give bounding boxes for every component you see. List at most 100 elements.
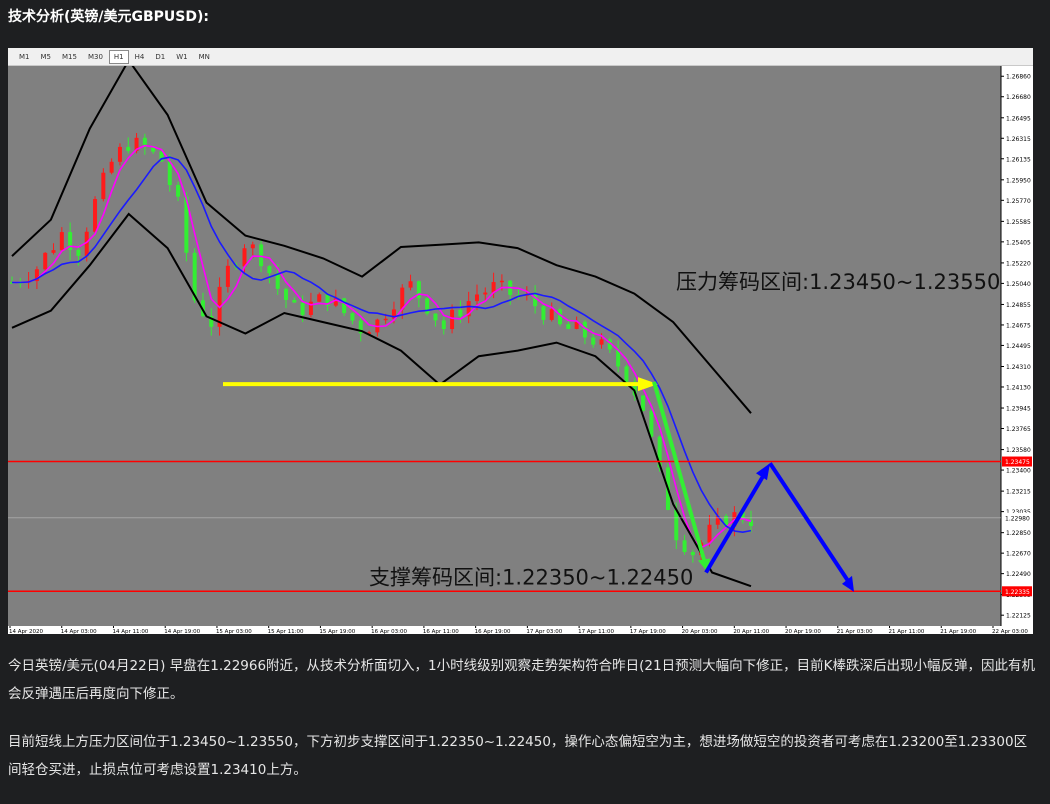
x-tick-label: 17 Apr 19:00 (630, 629, 666, 634)
x-tick-label: 22 Apr 03:00 (992, 629, 1028, 634)
candle-body (93, 199, 98, 232)
candle-body (51, 250, 56, 253)
y-tick-label: 1.26135 (1006, 156, 1031, 163)
y-tick-label: 1.25770 (1006, 198, 1031, 205)
candle-body (408, 281, 413, 288)
candle-body (225, 265, 230, 287)
candle-body (450, 309, 455, 330)
plot-background (8, 66, 1001, 626)
timeframe-mn[interactable]: MN (194, 50, 215, 64)
candle-body (541, 306, 546, 320)
candle-body (674, 509, 679, 541)
candle-body (43, 252, 48, 270)
candle-body (350, 313, 355, 321)
candle-body (458, 309, 463, 317)
x-tick-label: 20 Apr 19:00 (785, 629, 821, 634)
price-chart[interactable]: 1.26860 1.26680 1.26495 1.26315 1.26135 1.259… (8, 66, 1033, 634)
timeframe-m15[interactable]: M15 (57, 50, 82, 64)
timeframe-m30[interactable]: M30 (83, 50, 108, 64)
candle-body (300, 302, 305, 315)
y-tick-label: 1.25585 (1006, 219, 1031, 226)
candle-body (641, 395, 646, 411)
y-tick-label: 1.24130 (1006, 384, 1031, 391)
timeframe-h4[interactable]: H4 (130, 50, 150, 64)
y-tick-label: 1.24855 (1006, 302, 1031, 309)
candle-body (549, 309, 554, 320)
x-tick-label: 16 Apr 03:00 (371, 629, 407, 634)
y-tick-label: 1.25220 (1006, 260, 1031, 267)
x-tick-label: 21 Apr 03:00 (837, 629, 873, 634)
x-tick-label: 17 Apr 03:00 (526, 629, 562, 634)
y-tick-label: 1.22670 (1006, 551, 1031, 558)
candle-body (167, 161, 172, 186)
x-tick-label: 16 Apr 19:00 (475, 629, 511, 634)
timeframe-w1[interactable]: W1 (171, 50, 192, 64)
candle-body (649, 410, 654, 437)
candle-body (117, 146, 122, 162)
candle-body (259, 244, 264, 267)
candle-body (292, 299, 297, 303)
candle-body (566, 324, 571, 329)
candle-body (275, 273, 280, 289)
y-tick-label: 1.23765 (1006, 426, 1031, 433)
chart-window: M1 M5 M15 M30 H1 H4 D1 W1 MN 1.26860 1.26680 1.264… (8, 48, 1033, 634)
candle-body (109, 161, 114, 173)
candle-body (441, 320, 446, 330)
candle-body (317, 294, 322, 302)
x-tick-label: 16 Apr 11:00 (423, 629, 459, 634)
candle-body (690, 551, 695, 556)
current-price-tag: 1.22980 (1005, 515, 1030, 522)
candle-body (624, 366, 629, 382)
timeframe-h1[interactable]: H1 (108, 49, 129, 64)
x-tick-label: 14 Apr 2020 (9, 629, 44, 634)
timeframe-m5[interactable]: M5 (36, 50, 57, 64)
candle-body (126, 146, 131, 151)
page-title: 技术分析(英镑/美元GBPUSD): (8, 9, 210, 25)
candle-body (383, 318, 388, 321)
candle-body (267, 266, 272, 274)
candle-body (433, 313, 438, 321)
y-tick-label: 1.26495 (1006, 115, 1031, 122)
y-tick-label: 1.22850 (1006, 530, 1031, 537)
analysis-paragraph-2: 目前短线上方压力区间位于1.23450~1.23550，下方初步支撑区间于1.2… (8, 734, 1028, 778)
x-tick-label: 14 Apr 03:00 (61, 629, 97, 634)
candle-body (591, 337, 596, 345)
y-tick-label: 1.22490 (1006, 571, 1031, 578)
x-tick-label: 21 Apr 19:00 (940, 629, 976, 634)
y-tick-label: 1.22125 (1006, 613, 1031, 620)
candle-body (474, 294, 479, 302)
price-axis-background (1001, 66, 1033, 634)
candle-body (682, 540, 687, 552)
timeframe-m1[interactable]: M1 (14, 50, 35, 64)
y-tick-label: 1.24495 (1006, 343, 1031, 350)
y-tick-label: 1.26860 (1006, 74, 1031, 81)
x-tick-label: 21 Apr 11:00 (889, 629, 925, 634)
candle-body (707, 524, 712, 543)
candle-body (599, 339, 604, 345)
x-tick-label: 15 Apr 03:00 (216, 629, 252, 634)
candle-body (284, 288, 289, 300)
y-tick-label: 1.26315 (1006, 136, 1031, 143)
x-tick-label: 15 Apr 11:00 (268, 629, 304, 634)
y-tick-label: 1.25950 (1006, 177, 1031, 184)
timeframe-d1[interactable]: D1 (150, 50, 170, 64)
support-annotation: 支撑筹码区间:1.22350~1.22450 (369, 565, 693, 589)
x-tick-label: 20 Apr 03:00 (682, 629, 718, 634)
y-tick-label: 1.23215 (1006, 489, 1031, 496)
candle-body (242, 248, 247, 267)
analysis-paragraph-1: 今日英镑/美元(04月22日) 早盘在1.22966附近，从技术分析面切入，1小… (8, 658, 1035, 702)
resistance-annotation: 压力筹码区间:1.23450~1.23550 (676, 270, 1000, 294)
candle-body (499, 280, 504, 283)
y-tick-label: 1.24675 (1006, 322, 1031, 329)
y-tick-label: 1.23400 (1006, 468, 1031, 475)
resistance-price-tag: 1.23475 (1005, 459, 1030, 466)
support-price-tag: 1.22335 (1005, 589, 1030, 596)
candle-body (176, 185, 181, 197)
y-tick-label: 1.26680 (1006, 94, 1031, 101)
candle-body (483, 292, 488, 295)
candle-body (76, 249, 81, 256)
y-tick-label: 1.24310 (1006, 364, 1031, 371)
y-tick-label: 1.23945 (1006, 406, 1031, 413)
x-tick-label: 15 Apr 19:00 (319, 629, 355, 634)
candle-body (250, 244, 255, 249)
